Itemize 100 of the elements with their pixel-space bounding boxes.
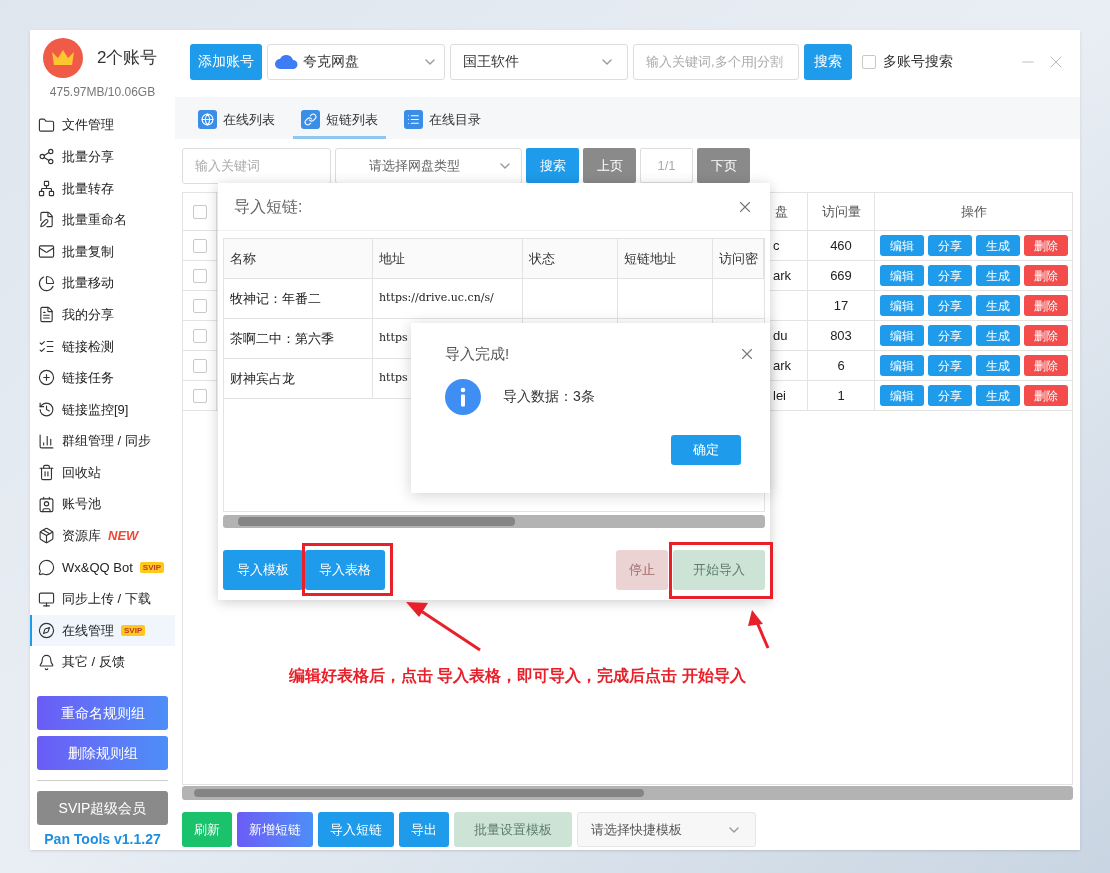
- sidebar-item[interactable]: 资源库 NEW: [30, 520, 175, 552]
- svip-button[interactable]: SVIP超级会员: [37, 791, 168, 825]
- toolbar-button[interactable]: 新增短链: [237, 812, 313, 847]
- sidebar-item[interactable]: 链接任务: [30, 362, 175, 394]
- history-icon: [38, 400, 55, 418]
- dialog-title: 导入短链:: [234, 196, 304, 217]
- sidebar-item[interactable]: 链接监控[9]: [30, 393, 175, 426]
- sidebar-item[interactable]: Wx&QQ Bot SVIP: [30, 551, 175, 584]
- keyword-input[interactable]: 输入关键词: [182, 147, 331, 184]
- row-action-button[interactable]: 分享: [927, 385, 972, 406]
- rule-group-button[interactable]: 删除规则组: [37, 736, 168, 770]
- row-action-button[interactable]: 编辑: [879, 325, 924, 346]
- sidebar-item[interactable]: 我的分享: [30, 298, 175, 331]
- row-action-button[interactable]: 生成: [975, 265, 1020, 286]
- row-action-button[interactable]: 分享: [927, 235, 972, 256]
- next-page-button[interactable]: 下页: [697, 148, 750, 183]
- row-action-button[interactable]: 编辑: [879, 265, 924, 286]
- row-action-button[interactable]: 分享: [927, 295, 972, 316]
- globe-icon: [198, 110, 217, 129]
- dialog-button[interactable]: 导入模板: [223, 549, 303, 590]
- arrow-drawing: [748, 610, 770, 649]
- row-action-button[interactable]: 删除: [1023, 325, 1068, 346]
- table-cell-text: 803: [830, 326, 852, 345]
- row-action-button[interactable]: 分享: [927, 265, 972, 286]
- svip-badge: SVIP: [121, 625, 146, 637]
- checkbox[interactable]: [192, 388, 207, 403]
- row-action-button[interactable]: 生成: [975, 235, 1020, 256]
- table-cell: https: [379, 330, 408, 347]
- table-cell-text: ark: [773, 266, 792, 285]
- checkbox[interactable]: [192, 298, 207, 313]
- sidebar-item[interactable]: 账号池: [30, 488, 175, 521]
- tab[interactable]: 在线目录: [396, 103, 489, 139]
- column-header: 操作: [960, 202, 987, 221]
- row-action-button[interactable]: 删除: [1023, 385, 1068, 406]
- folder-icon: [38, 116, 55, 134]
- annotation-caption: 编辑好表格后，点击 导入表格，即可导入，完成后点击 开始导入: [289, 666, 746, 686]
- sidebar-item[interactable]: 在线管理 SVIP: [30, 614, 175, 647]
- row-action-button[interactable]: 编辑: [879, 385, 924, 406]
- sidebar-item[interactable]: 批量移动: [30, 267, 175, 299]
- row-action-button[interactable]: 编辑: [879, 235, 924, 256]
- sidebar-item[interactable]: 批量重命名: [30, 204, 175, 236]
- row-action-button[interactable]: 删除: [1023, 265, 1068, 286]
- sidebar-item[interactable]: 同步上传 / 下载: [30, 583, 175, 615]
- row-action-button[interactable]: 生成: [975, 385, 1020, 406]
- document-icon: [38, 306, 55, 324]
- template-select[interactable]: 请选择快捷模板: [577, 812, 756, 847]
- sidebar-item[interactable]: 文件管理: [30, 109, 175, 141]
- checkbox[interactable]: [192, 358, 207, 373]
- column-header: 盘: [775, 202, 788, 221]
- cloud-icon: [274, 53, 298, 70]
- row-action-button[interactable]: 删除: [1023, 355, 1068, 376]
- row-action-button[interactable]: 生成: [975, 295, 1020, 316]
- sidebar-item[interactable]: 批量分享: [30, 140, 175, 173]
- toolbar-button[interactable]: 刷新: [182, 812, 232, 847]
- sidebar-item[interactable]: 批量转存: [30, 172, 175, 205]
- search-button[interactable]: 搜索: [804, 43, 852, 80]
- checkbox[interactable]: [192, 328, 207, 343]
- sidebar-item[interactable]: 其它 / 反馈: [30, 646, 175, 678]
- sidebar-item[interactable]: 批量复制: [30, 235, 175, 268]
- compass-icon: [38, 622, 55, 640]
- checkbox[interactable]: [192, 204, 207, 219]
- prev-page-button[interactable]: 上页: [583, 148, 636, 183]
- column-header: 短链地址: [624, 249, 676, 268]
- share-icon: [38, 148, 55, 166]
- drive-select[interactable]: 夸克网盘: [267, 43, 445, 80]
- checkbox[interactable]: [192, 238, 207, 253]
- sidebar-item[interactable]: 链接检测: [30, 330, 175, 363]
- checkbox[interactable]: [192, 268, 207, 283]
- add-account-button[interactable]: 添加账号: [190, 43, 262, 80]
- horizontal-scrollbar[interactable]: [182, 786, 1073, 800]
- row-action-button[interactable]: 分享: [927, 355, 972, 376]
- storage-usage: 475.97MB/10.06GB: [48, 84, 157, 102]
- tab[interactable]: 在线列表: [190, 103, 283, 139]
- software-select[interactable]: 国王软件: [450, 43, 628, 80]
- row-action-button[interactable]: 编辑: [879, 295, 924, 316]
- row-action-button[interactable]: 删除: [1023, 235, 1068, 256]
- row-action-button[interactable]: 分享: [927, 325, 972, 346]
- sidebar-item[interactable]: 群组管理 / 同步: [30, 425, 175, 457]
- bar-chart-icon: [38, 432, 55, 450]
- row-action-button[interactable]: 编辑: [879, 355, 924, 376]
- row-action-button[interactable]: 删除: [1023, 295, 1068, 316]
- column-header: 访问量: [821, 202, 861, 221]
- row-action-button[interactable]: 生成: [975, 325, 1020, 346]
- horizontal-scrollbar[interactable]: [223, 515, 765, 528]
- ok-button[interactable]: 确定: [671, 434, 741, 465]
- toolbar-button[interactable]: 导出: [399, 812, 449, 847]
- plus-circle-icon: [38, 369, 55, 387]
- keyword-input[interactable]: 输入关键词,多个用|分割: [633, 43, 799, 80]
- row-action-button[interactable]: 生成: [975, 355, 1020, 376]
- table-cell-text: ark: [773, 356, 792, 375]
- dialog-button[interactable]: 导入表格: [305, 549, 385, 590]
- link-icon: [301, 110, 320, 129]
- rule-group-button[interactable]: 重命名规则组: [37, 696, 168, 730]
- table-cell-text: lei: [773, 386, 786, 405]
- package-icon: [38, 527, 55, 545]
- sidebar-item[interactable]: 回收站: [30, 456, 175, 489]
- toolbar-button[interactable]: 导入短链: [318, 812, 394, 847]
- column-header: 名称: [230, 249, 256, 268]
- checkbox[interactable]: [862, 54, 876, 69]
- search-button[interactable]: 搜索: [526, 148, 579, 183]
